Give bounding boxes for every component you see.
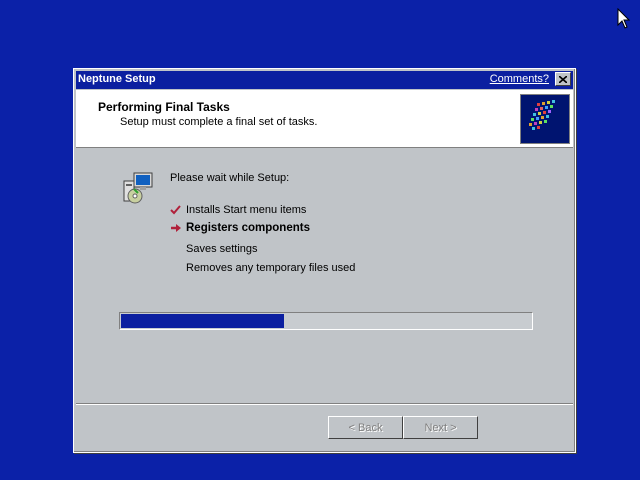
progress-bar bbox=[119, 312, 533, 330]
comments-link[interactable]: Comments? bbox=[490, 73, 549, 85]
computer-install-icon bbox=[123, 172, 153, 204]
page-title: Performing Final Tasks bbox=[98, 100, 230, 114]
back-button[interactable]: < Back bbox=[328, 416, 403, 439]
setup-window: Neptune Setup Comments? Performing Final… bbox=[73, 68, 576, 453]
setup-logo-icon bbox=[520, 94, 570, 144]
arrow-right-icon bbox=[171, 224, 181, 232]
next-button[interactable]: Next > bbox=[403, 416, 478, 439]
task-item-register: Registers components bbox=[171, 222, 310, 234]
page-subtitle: Setup must complete a final set of tasks… bbox=[120, 116, 318, 128]
task-label: Removes any temporary files used bbox=[186, 262, 356, 274]
close-icon bbox=[559, 75, 567, 83]
progress-fill bbox=[121, 314, 284, 328]
mouse-cursor-icon bbox=[617, 8, 631, 29]
task-label: Installs Start menu items bbox=[186, 204, 307, 216]
checkmark-icon bbox=[170, 205, 181, 215]
window-title: Neptune Setup bbox=[78, 73, 156, 85]
header-panel: Performing Final Tasks Setup must comple… bbox=[76, 90, 573, 148]
close-button[interactable] bbox=[555, 72, 571, 86]
wait-message: Please wait while Setup: bbox=[170, 172, 290, 184]
task-label: Registers components bbox=[186, 222, 310, 234]
task-label: Saves settings bbox=[186, 243, 258, 255]
task-item-remove-temp: Removes any temporary files used bbox=[186, 262, 355, 274]
task-item-start-menu: Installs Start menu items bbox=[170, 204, 307, 216]
button-separator bbox=[76, 403, 573, 405]
task-item-save-settings: Saves settings bbox=[186, 243, 258, 255]
title-bar[interactable]: Neptune Setup Comments? bbox=[76, 71, 573, 89]
